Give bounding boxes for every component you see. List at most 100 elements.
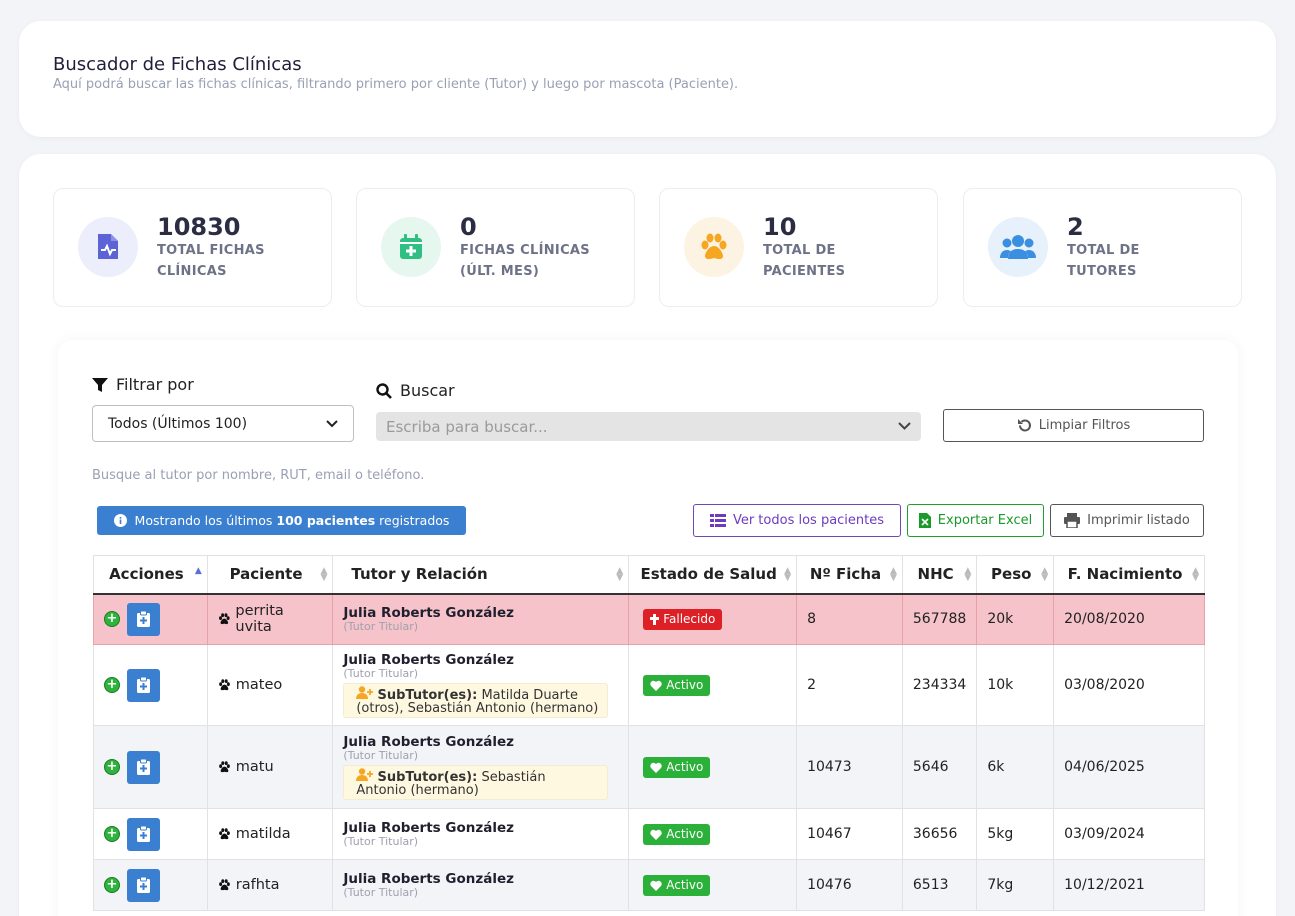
- column-tutor[interactable]: Tutor y Relación ▲ ▼: [332, 555, 630, 595]
- heart-icon: [650, 829, 662, 840]
- paw-icon: [218, 613, 230, 625]
- list-icon: [709, 514, 726, 527]
- search-panel: Filtrar por Todos (Últimos 100) Buscar L…: [58, 340, 1238, 916]
- stat-value: 10830: [157, 212, 241, 241]
- cell-nacimiento: 03/09/2024: [1053, 808, 1205, 860]
- expand-row-icon[interactable]: +: [104, 677, 120, 693]
- paw-icon: [218, 679, 230, 691]
- cell-nacimiento: 20/08/2020: [1053, 593, 1205, 645]
- paw-icon: [684, 217, 744, 277]
- filter-select[interactable]: Todos (Últimos 100): [92, 405, 354, 442]
- column-nacimiento[interactable]: F. Nacimiento ▲ ▼: [1053, 555, 1205, 595]
- patient-name[interactable]: matu: [236, 759, 274, 775]
- page-subtitle: Aquí podrá buscar las fichas clínicas, f…: [53, 77, 739, 92]
- view-all-patients-button[interactable]: Ver todos los pacientes: [693, 504, 901, 537]
- info-badge: Mostrando los últimos 100 pacientes regi…: [97, 506, 466, 535]
- open-record-button[interactable]: [127, 668, 160, 702]
- stat-total-fichas: 10830 TOTAL FICHAS CLÍNICAS: [53, 188, 332, 307]
- export-excel-button[interactable]: Exportar Excel: [907, 504, 1044, 537]
- subtutor-box: SubTutor(es): Sebastián Antonio (hermano…: [343, 765, 609, 800]
- clipboard-icon: [137, 826, 150, 842]
- search-hint: Busque al tutor por nombre, RUT, email o…: [92, 468, 425, 483]
- status-badge: Activo: [643, 674, 711, 696]
- heart-icon: [650, 880, 662, 891]
- open-record-button[interactable]: [127, 602, 160, 636]
- search-combobox[interactable]: [376, 412, 921, 441]
- stat-value: 0: [460, 212, 477, 241]
- cell-peso: 7kg: [976, 859, 1055, 911]
- tutor-name[interactable]: Julia Roberts González: [343, 820, 618, 836]
- clipboard-icon: [137, 677, 150, 693]
- stat-value: 2: [1067, 212, 1084, 241]
- open-record-button[interactable]: [127, 868, 160, 902]
- search-input[interactable]: [386, 417, 866, 436]
- cell-ficha: 8: [796, 593, 903, 645]
- expand-row-icon[interactable]: +: [104, 826, 120, 842]
- column-acciones[interactable]: Acciones ▲: [93, 555, 208, 595]
- undo-icon: [1017, 419, 1031, 432]
- cell-peso: 10k: [976, 644, 1055, 726]
- expand-row-icon[interactable]: +: [104, 611, 120, 628]
- paw-icon: [218, 761, 230, 773]
- tutor-name[interactable]: Julia Roberts González: [343, 605, 618, 621]
- cell-nhc: 36656: [901, 808, 978, 860]
- open-record-button[interactable]: [127, 750, 160, 784]
- patient-name[interactable]: matilda: [236, 826, 291, 842]
- table-row: + matu Julia Roberts González (Tutor Titu…: [93, 725, 1205, 809]
- column-nhc[interactable]: NHC ▲ ▼: [901, 555, 978, 595]
- main-card: 10830 TOTAL FICHAS CLÍNICAS 0 FICHAS CLÍ…: [19, 154, 1276, 916]
- print-icon: [1064, 513, 1081, 528]
- status-badge: Activo: [643, 823, 711, 845]
- column-peso[interactable]: Peso ▲ ▼: [976, 555, 1055, 595]
- tutor-name[interactable]: Julia Roberts González: [343, 734, 618, 750]
- page-title: Buscador de Fichas Clínicas: [53, 54, 302, 75]
- expand-row-icon[interactable]: +: [104, 877, 120, 893]
- tutor-relation: (Tutor Titular): [343, 749, 419, 762]
- cell-nacimiento: 03/08/2020: [1053, 644, 1205, 726]
- tutor-relation: (Tutor Titular): [343, 835, 419, 848]
- stat-total-tutores: 2 TOTAL DE TUTORES: [963, 188, 1242, 307]
- info-icon: [113, 514, 127, 527]
- user-plus-icon: [356, 768, 374, 781]
- status-badge: Activo: [643, 756, 711, 778]
- stat-label: FICHAS CLÍNICAS (ÚLT. MES): [460, 242, 590, 279]
- table-header: Acciones ▲ Paciente ▲ ▼ Tutor y Relación ▲ ▼ …: [93, 555, 1205, 595]
- stat-label: TOTAL FICHAS CLÍNICAS: [157, 242, 265, 279]
- stat-fichas-mes: 0 FICHAS CLÍNICAS (ÚLT. MES): [356, 188, 635, 307]
- paw-icon: [218, 879, 230, 891]
- patients-table: Acciones ▲ Paciente ▲ ▼ Tutor y Relación ▲ ▼ …: [93, 555, 1205, 911]
- patient-name[interactable]: mateo: [236, 677, 283, 693]
- expand-row-icon[interactable]: +: [104, 759, 120, 775]
- stat-label: TOTAL DE TUTORES: [1067, 242, 1140, 279]
- users-icon: [988, 217, 1048, 277]
- print-list-button[interactable]: Imprimir listado: [1050, 504, 1204, 537]
- tutor-name[interactable]: Julia Roberts González: [343, 871, 618, 887]
- excel-icon: [918, 513, 931, 528]
- stat-value: 10: [763, 212, 797, 241]
- user-plus-icon: [356, 686, 374, 699]
- file-medical-icon: [78, 217, 138, 277]
- tutor-name[interactable]: Julia Roberts González: [343, 652, 618, 668]
- open-record-button[interactable]: [127, 817, 160, 851]
- clipboard-icon: [137, 759, 150, 775]
- chevron-down-icon: [326, 419, 338, 427]
- cell-ficha: 2: [796, 644, 903, 726]
- column-estado[interactable]: Estado de Salud ▲ ▼: [628, 555, 798, 595]
- stat-label: TOTAL DE PACIENTES: [763, 242, 846, 279]
- clear-filters-button[interactable]: Limpiar Filtros: [943, 409, 1204, 442]
- column-ficha[interactable]: Nº Ficha ▲ ▼: [796, 555, 903, 595]
- tutor-relation: (Tutor Titular): [343, 667, 419, 680]
- cell-ficha: 10476: [796, 859, 903, 911]
- patient-name[interactable]: perrita uvita: [235, 603, 322, 635]
- column-paciente[interactable]: Paciente ▲ ▼: [206, 555, 334, 595]
- cell-nacimiento: 10/12/2021: [1053, 859, 1205, 911]
- status-badge: Fallecido: [643, 608, 723, 630]
- heart-icon: [650, 762, 662, 773]
- cross-icon: [650, 613, 660, 625]
- clipboard-icon: [137, 611, 150, 628]
- chevron-down-icon[interactable]: [898, 422, 911, 431]
- cell-nhc: 6513: [901, 859, 978, 911]
- table-row: + rafhta Julia Roberts González (Tutor Ti…: [93, 859, 1205, 911]
- patient-name[interactable]: rafhta: [236, 877, 280, 893]
- cell-nacimiento: 04/06/2025: [1053, 725, 1205, 809]
